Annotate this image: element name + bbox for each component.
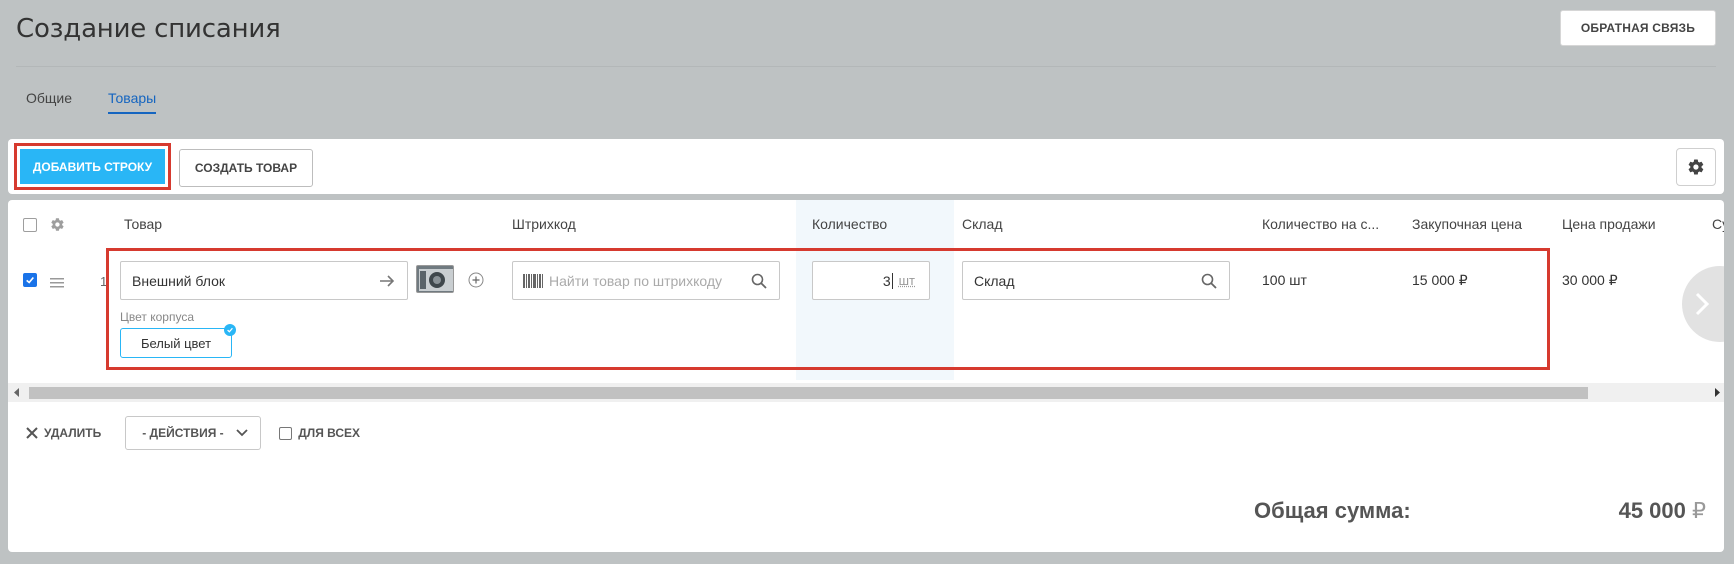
chevron-down-icon: [236, 429, 248, 437]
variant-value: Белый цвет: [140, 335, 212, 351]
product-thumbnail[interactable]: [416, 265, 454, 293]
column-settings-icon[interactable]: [50, 217, 65, 232]
text-cursor: [891, 272, 893, 289]
column-header-warehouse: Склад: [962, 216, 1003, 232]
drag-handle-icon[interactable]: [49, 276, 65, 290]
actions-label: - ДЕЙСТВИЯ -: [142, 426, 224, 440]
page-title: Создание списания: [16, 14, 281, 44]
variant-chip[interactable]: Белый цвет: [120, 324, 236, 358]
quantity-value: 3: [882, 272, 891, 289]
for-all-box[interactable]: [279, 426, 293, 440]
purchase-price-cell: 15 000 ₽: [1412, 272, 1468, 288]
tab-products[interactable]: Товары: [108, 90, 157, 114]
horizontal-scrollbar[interactable]: [8, 383, 1724, 402]
arrow-right-icon[interactable]: [379, 273, 395, 289]
column-header-stock-qty: Количество на с...: [1262, 216, 1380, 232]
scroll-right-button[interactable]: [1682, 266, 1724, 342]
delete-button[interactable]: УДАЛИТЬ: [26, 426, 101, 440]
products-table: Товар Штрихкод Количество Склад Количест…: [8, 200, 1724, 552]
total-label: Общая сумма:: [1254, 498, 1411, 523]
barcode-icon: [523, 273, 543, 288]
quantity-unit: шт: [898, 273, 915, 288]
product-input-value: Внешний блок: [132, 272, 225, 289]
column-header-sale-price: Цена продажи: [1562, 216, 1656, 232]
delete-label: УДАЛИТЬ: [44, 426, 102, 440]
feedback-button[interactable]: ОБРАТНАЯ СВЯЗЬ: [1560, 10, 1716, 46]
chevron-right-icon: [1695, 292, 1710, 316]
for-all-label: ДЛЯ ВСЕХ: [298, 426, 361, 440]
total-amount: 45 000: [1618, 498, 1686, 523]
column-header-sum: Су: [1712, 216, 1724, 232]
column-header-purchase-price: Закупочная цена: [1412, 216, 1523, 232]
sale-price-cell: 30 000 ₽: [1562, 272, 1618, 288]
add-row-button[interactable]: ДОБАВИТЬ СТРОКУ: [20, 149, 165, 184]
column-header-quantity: Количество: [812, 216, 888, 232]
scroll-left-icon[interactable]: [14, 388, 20, 397]
warehouse-input[interactable]: Склад: [962, 261, 1230, 300]
quantity-input[interactable]: 3 шт: [812, 261, 930, 300]
close-icon: [26, 427, 38, 439]
check-icon: [224, 324, 236, 336]
scroll-thumb[interactable]: [29, 387, 1588, 399]
add-row-highlight: ДОБАВИТЬ СТРОКУ: [14, 143, 171, 190]
barcode-placeholder: Найти товар по штрихкоду: [549, 272, 723, 289]
actions-dropdown[interactable]: - ДЕЙСТВИЯ -: [125, 416, 262, 450]
total-value: 45 000 ₽: [1619, 498, 1706, 524]
barcode-search-input[interactable]: Найти товар по штрихкоду: [512, 261, 780, 300]
variant-label: Цвет корпуса: [120, 310, 194, 324]
search-icon[interactable]: [1201, 273, 1217, 289]
column-header-product: Товар: [124, 216, 163, 232]
add-image-icon[interactable]: [468, 272, 484, 288]
column-header-barcode: Штрихкод: [512, 216, 576, 232]
create-product-button[interactable]: СОЗДАТЬ ТОВАР: [179, 149, 313, 187]
scroll-right-icon[interactable]: [1714, 388, 1720, 397]
bulk-actions-bar: УДАЛИТЬ - ДЕЙСТВИЯ - ДЛЯ ВСЕХ: [26, 416, 360, 450]
tab-general[interactable]: Общие: [26, 90, 72, 114]
settings-button[interactable]: [1676, 148, 1716, 186]
select-all-checkbox[interactable]: [23, 218, 37, 232]
stock-qty-cell: 100 шт: [1262, 272, 1307, 288]
gear-icon: [1688, 159, 1704, 175]
tabs: Общие Товары: [26, 90, 157, 114]
product-input[interactable]: Внешний блок: [120, 261, 408, 300]
check-icon: [26, 276, 34, 284]
row-checkbox[interactable]: [23, 273, 37, 287]
divider: [16, 66, 1716, 67]
toolbar: ДОБАВИТЬ СТРОКУ СОЗДАТЬ ТОВАР: [8, 139, 1724, 194]
total-currency: ₽: [1692, 498, 1706, 523]
search-icon[interactable]: [751, 273, 767, 289]
warehouse-placeholder: Склад: [974, 272, 1015, 289]
for-all-checkbox[interactable]: ДЛЯ ВСЕХ: [279, 426, 360, 440]
